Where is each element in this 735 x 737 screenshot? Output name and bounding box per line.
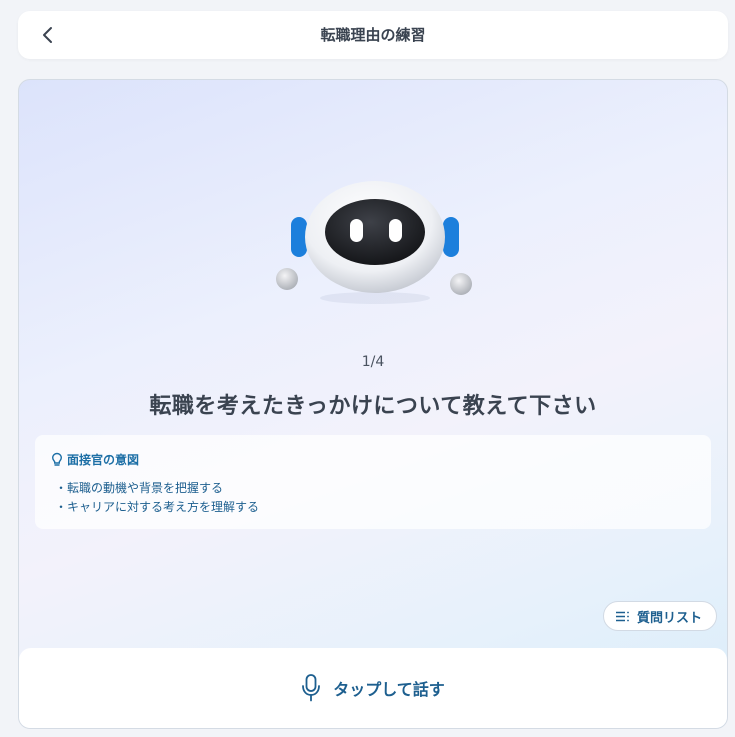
question-progress: 1/4 (361, 354, 385, 370)
tap-to-speak-label: タップして話す (333, 680, 445, 699)
intent-item-2: ・キャリアに対する考え方を理解する (55, 500, 260, 514)
list-icon (615, 611, 629, 621)
question-list-label: 質問リスト (636, 610, 702, 626)
interviewer-intent-box: 面接官の意図 ・転職の動機や背景を把握する ・キャリアに対する考え方を理解する (35, 435, 711, 529)
robot-avatar (276, 181, 472, 304)
question-card: 1/4 転職を考えたきっかけについて教えて下さい 面接官の意図 ・転職の動機や背… (18, 79, 728, 729)
question-list-button[interactable]: 質問リスト (602, 601, 717, 631)
page-title: 転職理由の練習 (320, 26, 426, 44)
microphone-icon (302, 674, 321, 702)
header-bar: 転職理由の練習 (18, 11, 728, 59)
question-text: 転職を考えたきっかけについて教えて下さい (149, 394, 597, 419)
intent-title: 面接官の意図 (67, 453, 140, 467)
tap-to-speak-button[interactable]: タップして話す (19, 648, 727, 728)
intent-header: 面接官の意図 (51, 451, 139, 468)
lightbulb-icon (51, 452, 63, 466)
intent-item-1: ・転職の動機や背景を把握する (55, 481, 224, 495)
